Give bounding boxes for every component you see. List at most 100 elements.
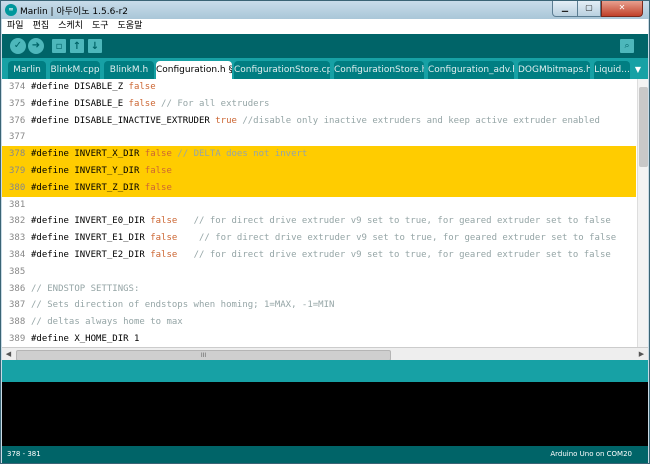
menu-tools[interactable]: 도구 bbox=[87, 19, 113, 34]
window-title: Marlin | 아두이노 1.5.6-r2 bbox=[20, 7, 128, 17]
code-line[interactable]: 379 #define INVERT_Y_DIR false bbox=[2, 163, 636, 180]
close-button[interactable]: ✕ bbox=[601, 1, 643, 17]
toolbar: ✓ ➜ ▫ ↑ ↓ ⌕ bbox=[2, 34, 648, 58]
code-line[interactable]: 381 bbox=[2, 197, 636, 214]
comment-token: // ENDSTOP SETTINGS: bbox=[31, 283, 140, 294]
tab-menu-arrow-icon[interactable]: ▼ bbox=[628, 61, 648, 79]
line-number: 377 bbox=[9, 132, 26, 143]
tab-bar: Marlin BlinkM.cpp BlinkM.h Configuration… bbox=[2, 58, 648, 79]
code-line[interactable]: 385 bbox=[2, 264, 636, 281]
tab-blinkm-h[interactable]: BlinkM.h bbox=[104, 61, 154, 79]
menu-bar: 파일 편집 스케치 도구 도움말 bbox=[2, 19, 648, 34]
code-token: #define INVERT_Y_DIR bbox=[31, 166, 145, 176]
code-line[interactable]: 375 #define DISABLE_E false // For all ex… bbox=[2, 96, 636, 113]
vertical-scrollbar[interactable] bbox=[637, 79, 648, 347]
code-token: #define INVERT_E2_DIR bbox=[31, 250, 151, 260]
horizontal-scrollbar[interactable]: ◀ III ▶ bbox=[2, 347, 648, 361]
code-text: // deltas always home to max bbox=[31, 314, 183, 331]
line-number: 379 bbox=[9, 166, 26, 176]
code-text: #define DISABLE_E false // For all extru… bbox=[31, 96, 269, 113]
code-token: #define X_HOME_DIR 1 bbox=[31, 334, 140, 344]
minimize-button[interactable]: ▁ bbox=[552, 1, 578, 17]
open-icon[interactable]: ↑ bbox=[70, 39, 84, 53]
keyword-token: false bbox=[144, 166, 172, 176]
code-line[interactable]: 378 #define INVERT_X_DIR false // DELTA d… bbox=[2, 146, 636, 163]
status-bar: 378 - 381 Arduino Uno on COM20 bbox=[2, 446, 648, 463]
comment-token: // Sets direction of endstops when homin… bbox=[31, 300, 335, 311]
window-controls: ▁ ▢ ✕ bbox=[552, 1, 643, 17]
code-text: #define INVERT_E2_DIR false // for direc… bbox=[31, 247, 611, 264]
code-line[interactable]: 376 #define DISABLE_INACTIVE_EXTRUDER tru… bbox=[2, 113, 636, 130]
comment-token: // for direct drive extruder v9 set to t… bbox=[177, 216, 611, 227]
keyword-token: false bbox=[128, 82, 156, 92]
tab-configuration-adv-h[interactable]: Configuration_adv.h bbox=[428, 61, 514, 79]
serial-monitor-icon[interactable]: ⌕ bbox=[620, 39, 634, 53]
tab-configuration-h[interactable]: Configuration.h § bbox=[156, 61, 232, 79]
code-line[interactable]: 377 bbox=[2, 129, 636, 146]
code-token: #define INVERT_Z_DIR bbox=[31, 182, 145, 193]
code-text: #define INVERT_Y_DIR false bbox=[31, 163, 172, 180]
code-line[interactable]: 380 #define INVERT_Z_DIR false bbox=[2, 179, 636, 197]
line-number: 385 bbox=[9, 266, 26, 277]
line-range: 378 - 381 bbox=[7, 450, 41, 458]
scroll-grip: III bbox=[200, 352, 207, 359]
line-number: 383 bbox=[9, 233, 26, 244]
code-text: // ENDSTOP SETTINGS: bbox=[31, 281, 139, 298]
code-line[interactable]: 389 #define X_HOME_DIR 1 bbox=[2, 331, 636, 347]
title-bar[interactable]: ∞ Marlin | 아두이노 1.5.6-r2 ▁ ▢ ✕ bbox=[1, 1, 649, 19]
arduino-icon: ∞ bbox=[5, 4, 17, 16]
upload-icon[interactable]: ➜ bbox=[28, 38, 44, 54]
code-token: #define DISABLE_INACTIVE_EXTRUDER bbox=[31, 115, 216, 126]
message-area bbox=[2, 360, 648, 382]
vertical-scroll-thumb[interactable] bbox=[639, 87, 648, 167]
code-text: #define X_HOME_DIR 1 bbox=[31, 331, 139, 347]
code-token: #define DISABLE_Z bbox=[31, 82, 129, 92]
tab-configurationstore-h[interactable]: ConfigurationStore.h bbox=[334, 61, 424, 79]
code-text: #define INVERT_Z_DIR false bbox=[31, 180, 172, 197]
maximize-button[interactable]: ▢ bbox=[578, 1, 601, 17]
code-line[interactable]: 388 // deltas always home to max bbox=[2, 314, 636, 331]
menu-edit[interactable]: 편집 bbox=[28, 19, 54, 34]
scroll-left-arrow-icon[interactable]: ◀ bbox=[3, 349, 14, 360]
save-icon[interactable]: ↓ bbox=[88, 39, 102, 53]
tab-liquidcrystal[interactable]: Liquid... bbox=[594, 61, 630, 79]
keyword-token: false bbox=[150, 216, 178, 227]
comment-token: // deltas always home to max bbox=[31, 317, 183, 328]
code-text: #define DISABLE_Z false bbox=[31, 79, 156, 96]
verify-icon[interactable]: ✓ bbox=[10, 38, 26, 54]
line-number: 380 bbox=[9, 182, 26, 193]
comment-token: // DELTA does not invert bbox=[171, 149, 308, 160]
line-number: 376 bbox=[9, 115, 26, 126]
code-text: #define INVERT_X_DIR false // DELTA does… bbox=[31, 146, 307, 163]
keyword-token: false bbox=[128, 98, 156, 109]
menu-help[interactable]: 도움말 bbox=[113, 19, 147, 34]
code-line[interactable]: 387 // Sets direction of endstops when ho… bbox=[2, 297, 636, 314]
keyword-token: true bbox=[215, 115, 237, 126]
line-number: 386 bbox=[9, 283, 26, 294]
tab-configurationstore-cpp[interactable]: ConfigurationStore.cpp bbox=[234, 61, 330, 79]
code-token: #define DISABLE_E bbox=[31, 98, 129, 109]
console-output[interactable] bbox=[2, 382, 648, 446]
code-line[interactable]: 383 #define INVERT_E1_DIR false // for di… bbox=[2, 230, 636, 247]
scroll-right-arrow-icon[interactable]: ▶ bbox=[636, 349, 647, 360]
new-icon[interactable]: ▫ bbox=[52, 39, 66, 53]
code-editor[interactable]: 374 #define DISABLE_Z false 375 #define DIS… bbox=[2, 79, 648, 347]
code-line[interactable]: 384 #define INVERT_E2_DIR false // for di… bbox=[2, 247, 636, 264]
line-number: 382 bbox=[9, 216, 26, 227]
line-number: 389 bbox=[9, 334, 26, 344]
keyword-token: false bbox=[144, 182, 172, 193]
menu-file[interactable]: 파일 bbox=[2, 19, 28, 34]
keyword-token: false bbox=[150, 233, 178, 244]
app-window: ∞ Marlin | 아두이노 1.5.6-r2 ▁ ▢ ✕ 파일 편집 스케치… bbox=[0, 0, 650, 464]
code-line[interactable]: 374 #define DISABLE_Z false bbox=[2, 79, 636, 96]
line-number: 375 bbox=[9, 98, 26, 109]
line-number: 388 bbox=[9, 317, 26, 328]
tab-blinkm-cpp[interactable]: BlinkM.cpp bbox=[50, 61, 100, 79]
keyword-token: false bbox=[144, 149, 172, 160]
code-line[interactable]: 382 #define INVERT_E0_DIR false // for di… bbox=[2, 213, 636, 230]
tab-dogmbitmaps-h[interactable]: DOGMbitmaps.h bbox=[518, 61, 590, 79]
code-line[interactable]: 386 // ENDSTOP SETTINGS: bbox=[2, 281, 636, 298]
tab-marlin[interactable]: Marlin bbox=[8, 61, 46, 79]
code-token: #define INVERT_X_DIR bbox=[31, 149, 145, 160]
menu-sketch[interactable]: 스케치 bbox=[53, 19, 87, 34]
